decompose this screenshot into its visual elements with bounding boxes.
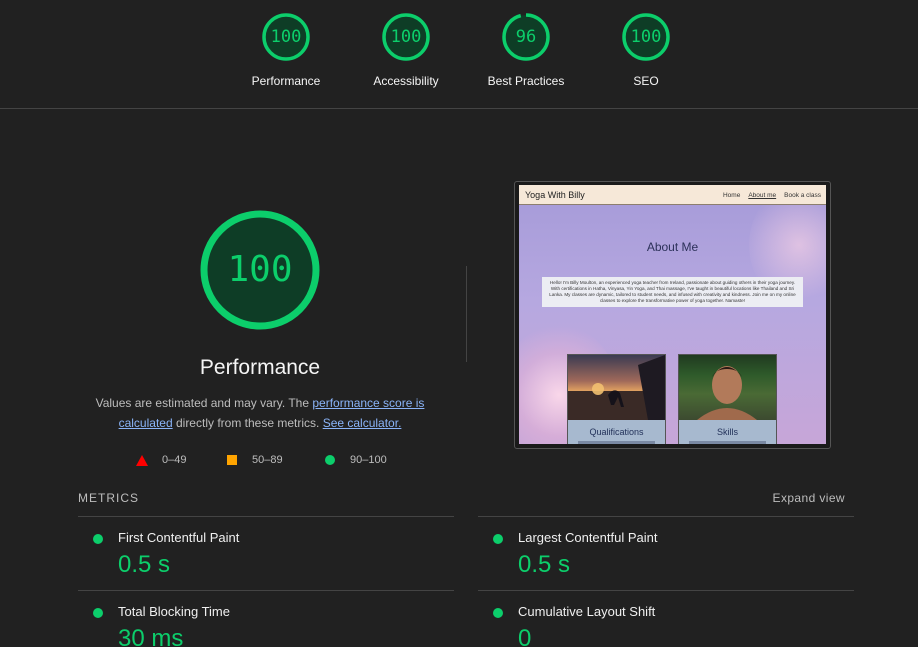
pass-circle-icon [93,608,103,618]
site-nav-about: About me [748,192,777,199]
site-card-qualifications: Qualifications [567,354,666,444]
metric-first-contentful-paint: First Contentful Paint 0.5 s [78,517,454,589]
metric-name: Cumulative Layout Shift [518,604,656,619]
site-nav-home: Home [722,192,741,199]
site-nav-links: Home About me Book a class [715,192,821,199]
performance-description: Values are estimated and may vary. The p… [80,393,440,433]
triangle-icon [136,455,148,466]
site-intro-text: Hello! I'm Billy Moulton, an experienced… [542,277,803,308]
site-card-text [689,441,766,444]
yoga-photo [568,355,665,420]
score-legend: 0–49 50–89 90–100 [136,452,436,468]
circle-icon [325,455,335,465]
square-icon [227,455,237,465]
site-brand: Yoga With Billy [525,190,585,200]
portrait-photo [679,355,776,420]
see-calculator-link[interactable]: See calculator. [323,416,402,430]
pass-circle-icon [493,534,503,544]
legend-pass-label: 90–100 [350,454,387,466]
gauge-score: 100 [630,27,662,47]
final-screenshot: Yoga With Billy Home About me Book a class… [519,185,826,444]
site-nav-book: Book a class [784,192,821,199]
performance-gauge: 100 [199,209,321,331]
site-heading: About Me [646,240,699,254]
performance-score: 100 [227,249,293,290]
legend-average-label: 50–89 [252,454,283,466]
gauge-accessibility[interactable]: 100 Accessibility [346,12,466,88]
metric-largest-contentful-paint: Largest Contentful Paint 0.5 s [478,517,854,589]
pass-circle-icon [93,534,103,544]
metric-value: 0.5 s [518,551,571,578]
performance-title: Performance [199,356,321,379]
metric-value: 30 ms [118,625,184,647]
gauge-score: 100 [270,27,302,47]
gauge-ring: 100 [621,12,671,62]
metric-total-blocking-time: Total Blocking Time 30 ms [78,591,454,647]
metric-cumulative-layout-shift: Cumulative Layout Shift 0 [478,591,854,647]
expand-view-toggle[interactable]: Expand view [773,491,845,505]
gauge-ring: 100 [381,12,431,62]
metric-name: First Contentful Paint [118,530,240,545]
site-card-title: Qualifications [589,427,644,437]
gauge-score: 96 [515,27,537,47]
gauge-label: SEO [633,74,659,88]
legend-fail-label: 0–49 [162,454,187,466]
site-card-skills: Skills [678,354,777,444]
gauge-score: 100 [390,27,422,47]
description-text: directly from these metrics. [172,416,323,430]
description-text: Values are estimated and may vary. The [95,396,313,410]
site-card-text [578,441,655,444]
gauge-performance[interactable]: 100 Performance [226,12,346,88]
metric-name: Largest Contentful Paint [518,530,658,545]
metric-name: Total Blocking Time [118,604,230,619]
metrics-header: METRICS [78,491,139,505]
gauge-label: Accessibility [373,74,439,88]
gauge-label: Best Practices [487,74,565,88]
site-navbar: Yoga With Billy Home About me Book a class [519,185,826,205]
pass-circle-icon [493,608,503,618]
gauge-label: Performance [251,74,321,88]
gauge-best-practices[interactable]: 96 Best Practices [466,12,586,88]
divider [466,266,467,362]
score-summary-bar: 100 Performance 100 Accessibility 96 Bes… [0,0,918,109]
metric-value: 0 [518,625,532,647]
metric-value: 0.5 s [118,551,171,578]
gauge-ring: 100 [261,12,311,62]
gauge-ring: 96 [501,12,551,62]
gauge-seo[interactable]: 100 SEO [586,12,706,88]
site-card-title: Skills [716,427,738,437]
